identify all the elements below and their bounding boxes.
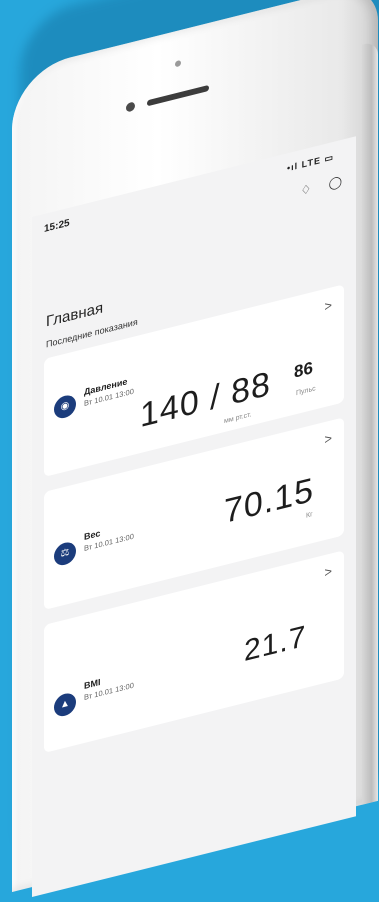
status-indicators: •ıl LTE ▭ xyxy=(287,151,334,174)
reading-value: 70.15 xyxy=(224,470,315,532)
pulse-unit: Пульс xyxy=(296,385,316,398)
weight-icon: ⚖ xyxy=(54,540,76,568)
pulse-value: 86 xyxy=(294,357,313,382)
chevron-right-icon[interactable]: > xyxy=(324,430,332,447)
page-title: Главная xyxy=(46,299,104,331)
earpiece-speaker xyxy=(147,84,209,107)
app-screen: 15:25 •ıl LTE ▭ ♢ ◯ Главная Последние по… xyxy=(32,136,356,898)
bell-icon[interactable]: ♢ xyxy=(300,181,311,198)
settings-icon[interactable]: ◯ xyxy=(329,174,342,191)
phone-edge xyxy=(362,40,378,805)
reading-value: 140 / 88 xyxy=(140,364,271,436)
pressure-icon: ◉ xyxy=(54,393,76,421)
bmi-icon: ▲ xyxy=(54,691,76,719)
phone-frame: 15:25 •ıl LTE ▭ ♢ ◯ Главная Последние по… xyxy=(12,0,378,898)
chevron-right-icon[interactable]: > xyxy=(324,297,332,314)
reading-unit: Кг xyxy=(306,511,313,520)
sensor-dot xyxy=(175,59,181,68)
chevron-right-icon[interactable]: > xyxy=(324,563,332,580)
status-time: 15:25 xyxy=(44,217,70,236)
reading-value: 21.7 xyxy=(244,619,307,669)
front-camera xyxy=(126,101,135,113)
header-actions: ♢ ◯ xyxy=(286,174,342,202)
